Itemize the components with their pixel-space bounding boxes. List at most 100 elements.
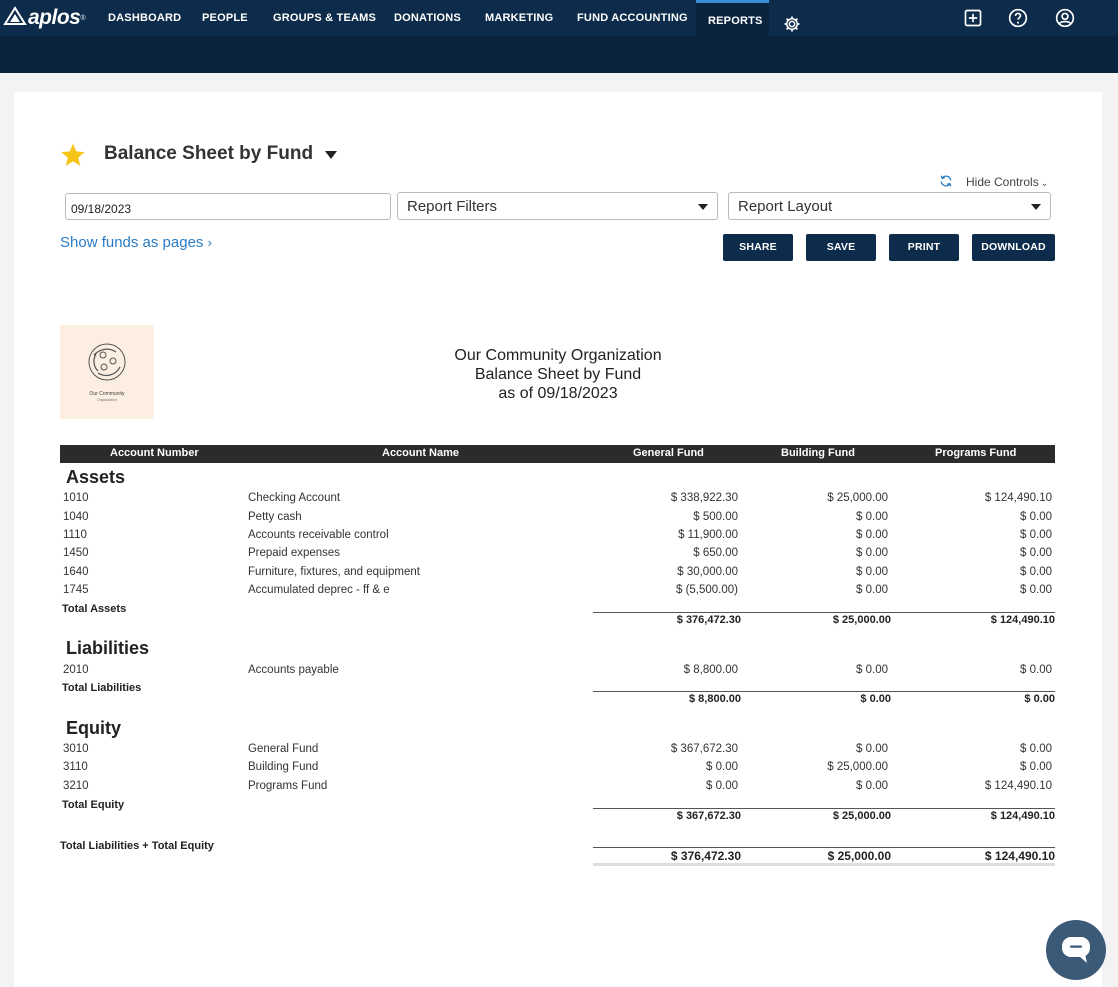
report-title-dropdown-icon[interactable]: [324, 150, 338, 160]
share-button[interactable]: SHARE: [723, 234, 793, 261]
account-number: 3210: [63, 780, 89, 792]
building-fund-value[interactable]: $ 0.00: [856, 547, 888, 559]
refresh-icon[interactable]: [939, 174, 953, 188]
total-liabilities-building: $ 0.00: [860, 693, 891, 705]
building-fund-value[interactable]: $ 0.00: [856, 743, 888, 755]
general-fund-value[interactable]: $ 338,922.30: [671, 492, 738, 504]
nav-marketing[interactable]: MARKETING: [473, 0, 565, 36]
account-name[interactable]: Building Fund: [248, 761, 318, 773]
programs-fund-value[interactable]: $ 0.00: [1020, 511, 1052, 523]
account-number: 1010: [63, 492, 89, 504]
grand-total-underline: [593, 863, 1055, 866]
building-fund-value[interactable]: $ 0.00: [856, 664, 888, 676]
header-account-name: Account Name: [382, 447, 460, 459]
total-liabilities-label: Total Liabilities: [62, 682, 142, 694]
account-name[interactable]: Furniture, fixtures, and equipment: [248, 566, 420, 578]
programs-fund-value[interactable]: $ 0.00: [1020, 547, 1052, 559]
building-fund-value[interactable]: $ 0.00: [856, 780, 888, 792]
programs-fund-value[interactable]: $ 0.00: [1020, 743, 1052, 755]
account-name[interactable]: Checking Account: [248, 492, 340, 504]
general-fund-value[interactable]: $ 500.00: [693, 511, 738, 523]
account-number: 2010: [63, 664, 89, 676]
print-button[interactable]: PRINT: [889, 234, 959, 261]
programs-fund-value[interactable]: $ 0.00: [1020, 529, 1052, 541]
general-fund-value[interactable]: $ 0.00: [706, 761, 738, 773]
account-name[interactable]: Petty cash: [248, 511, 302, 523]
programs-fund-value[interactable]: $ 0.00: [1020, 664, 1052, 676]
show-funds-as-pages-link[interactable]: Show funds as pages ›: [60, 234, 212, 251]
account-number: 1040: [63, 511, 89, 523]
nav-reports[interactable]: REPORTS: [696, 0, 769, 36]
report-layout-label: Report Layout: [738, 198, 833, 215]
section-title-equity: Equity: [66, 718, 122, 738]
report-filters-label: Report Filters: [407, 198, 498, 215]
report-filters-select[interactable]: Report Filters: [397, 192, 718, 220]
chat-support-button[interactable]: [1046, 920, 1106, 980]
building-fund-value[interactable]: $ 0.00: [856, 511, 888, 523]
building-fund-value[interactable]: $ 0.00: [856, 566, 888, 578]
general-fund-value[interactable]: $ (5,500.00): [676, 584, 738, 596]
account-name[interactable]: Prepaid expenses: [248, 547, 340, 559]
caret-down-icon: [698, 204, 708, 210]
report-date-input[interactable]: [65, 193, 391, 220]
total-divider: [593, 612, 1055, 613]
favorite-star-icon[interactable]: [60, 142, 86, 168]
total-assets-general: $ 376,472.30: [676, 614, 741, 626]
chat-bubble-icon: [1062, 937, 1090, 963]
organization-emblem-icon: [88, 343, 126, 381]
aplos-logo[interactable]: aplos ®: [3, 6, 86, 30]
total-equity-building: $ 25,000.00: [832, 810, 891, 822]
programs-fund-value[interactable]: $ 0.00: [1020, 761, 1052, 773]
organization-logo-text: Our Community: [89, 391, 125, 397]
general-fund-value[interactable]: $ 8,800.00: [684, 664, 738, 676]
nav-fund-accounting[interactable]: FUND ACCOUNTING: [565, 0, 700, 36]
brand-name: aplos: [28, 6, 81, 29]
total-assets-programs: $ 124,490.10: [990, 614, 1055, 626]
section-title-liabilities: Liabilities: [66, 638, 150, 658]
report-layout-select[interactable]: Report Layout: [728, 192, 1051, 220]
total-liabilities-programs: $ 0.00: [1024, 693, 1055, 705]
general-fund-value[interactable]: $ 11,900.00: [678, 529, 738, 541]
programs-fund-value[interactable]: $ 0.00: [1020, 584, 1052, 596]
account-number: 1640: [63, 566, 89, 578]
account-name[interactable]: General Fund: [248, 743, 318, 755]
total-equity-general: $ 367,672.30: [676, 810, 741, 822]
report-heading-date: as of 09/18/2023: [498, 385, 618, 402]
save-button[interactable]: SAVE: [806, 234, 876, 261]
programs-fund-value[interactable]: $ 124,490.10: [985, 492, 1052, 504]
general-fund-value[interactable]: $ 367,672.30: [671, 743, 738, 755]
account-number: 1110: [63, 529, 87, 541]
report-title: Balance Sheet by Fund: [104, 143, 314, 164]
chevron-right-icon: ›: [207, 235, 212, 250]
nav-groups-teams[interactable]: GROUPS & TEAMS: [261, 0, 388, 36]
account-name[interactable]: Programs Fund: [248, 780, 327, 792]
building-fund-value[interactable]: $ 0.00: [856, 529, 888, 541]
programs-fund-value[interactable]: $ 124,490.10: [985, 780, 1052, 792]
building-fund-value[interactable]: $ 25,000.00: [827, 761, 888, 773]
gear-icon[interactable]: [783, 15, 801, 33]
caret-down-icon: [1031, 204, 1041, 210]
nav-donations[interactable]: DONATIONS: [382, 0, 473, 36]
programs-fund-value[interactable]: $ 0.00: [1020, 566, 1052, 578]
hide-controls-toggle[interactable]: Hide Controls ⌄: [966, 175, 1048, 189]
user-circle-icon[interactable]: [1055, 8, 1075, 28]
general-fund-value[interactable]: $ 650.00: [693, 547, 738, 559]
general-fund-value[interactable]: $ 30,000.00: [677, 566, 738, 578]
grand-total-programs: $ 124,490.10: [984, 849, 1055, 863]
nav-dashboard[interactable]: DASHBOARD: [96, 0, 193, 36]
building-fund-value[interactable]: $ 25,000.00: [827, 492, 888, 504]
header-building-fund: Building Fund: [781, 447, 855, 459]
account-name[interactable]: Accumulated deprec - ff & e: [248, 584, 390, 596]
header-general-fund: General Fund: [633, 447, 704, 459]
building-fund-value[interactable]: $ 0.00: [856, 584, 888, 596]
chevron-down-icon: ⌄: [1040, 178, 1049, 188]
download-button[interactable]: DOWNLOAD: [972, 234, 1055, 261]
nav-people[interactable]: PEOPLE: [190, 0, 260, 36]
aplos-logo-icon: [3, 6, 27, 25]
general-fund-value[interactable]: $ 0.00: [706, 780, 738, 792]
account-name[interactable]: Accounts receivable control: [248, 529, 389, 541]
grand-total-divider: [593, 847, 1055, 848]
help-circle-icon[interactable]: [1008, 8, 1028, 28]
plus-square-icon[interactable]: [963, 8, 983, 28]
account-name[interactable]: Accounts payable: [248, 664, 339, 676]
